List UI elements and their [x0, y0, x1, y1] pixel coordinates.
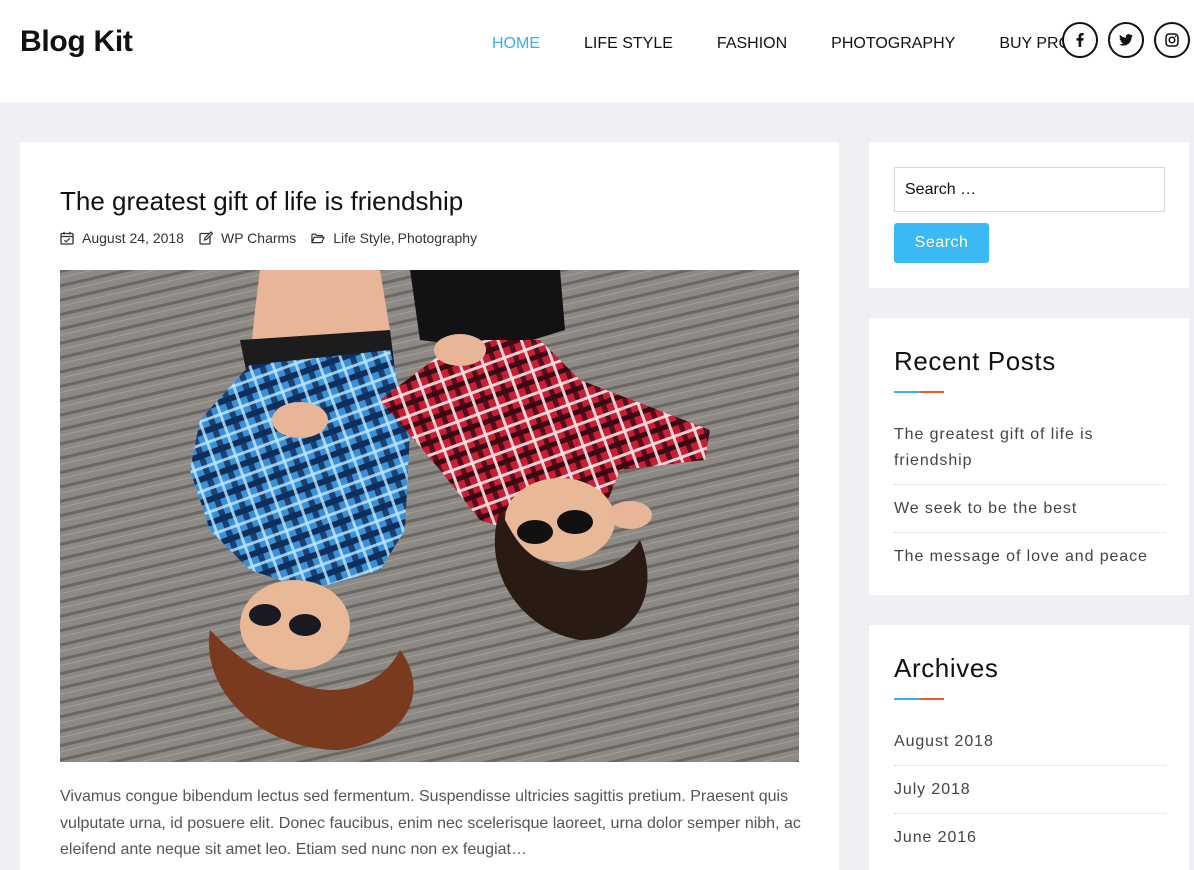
archive-link[interactable]: July 2018: [894, 777, 1166, 814]
post-featured-image[interactable]: [60, 270, 799, 762]
recent-post-link[interactable]: The message of love and peace: [894, 544, 1166, 580]
post-date[interactable]: August 24, 2018: [82, 230, 184, 246]
archive-link[interactable]: August 2018: [894, 729, 1166, 766]
folder-open-icon: [311, 231, 325, 245]
site-header: Blog Kit HOME LIFE STYLE FASHION PHOTOGR…: [0, 0, 1194, 102]
recent-post-link[interactable]: The greatest gift of life is friendship: [894, 422, 1166, 485]
search-input[interactable]: [894, 167, 1165, 212]
calendar-icon: [60, 231, 74, 245]
post-title[interactable]: The greatest gift of life is friendship: [60, 186, 463, 217]
nav-item-photography[interactable]: PHOTOGRAPHY: [831, 35, 955, 53]
widget-title: Archives: [894, 653, 999, 683]
main-nav: HOME LIFE STYLE FASHION PHOTOGRAPHY BUY …: [470, 35, 1071, 53]
recent-post-link[interactable]: We seek to be the best: [894, 496, 1166, 533]
archive-link[interactable]: June 2016: [894, 825, 1166, 861]
nav-item-life-style[interactable]: LIFE STYLE: [584, 35, 673, 53]
widget-title: Recent Posts: [894, 346, 1056, 376]
post-category[interactable]: Photography: [398, 230, 477, 246]
nav-item-home[interactable]: HOME: [492, 35, 540, 53]
social-links: [1062, 22, 1194, 58]
post-meta: August 24, 2018 WP Charms Life Style, Ph…: [60, 230, 477, 246]
site-title[interactable]: Blog Kit: [20, 25, 133, 59]
recent-posts-widget: Recent Posts The greatest gift of life i…: [869, 318, 1189, 595]
twitter-icon: [1119, 34, 1133, 46]
post-category[interactable]: Life Style: [333, 230, 391, 246]
post-author[interactable]: WP Charms: [221, 230, 296, 246]
archives-list: August 2018 July 2018 June 2016: [894, 729, 1166, 870]
search-widget: Search: [869, 142, 1189, 288]
edit-icon: [199, 231, 213, 245]
archives-widget: Archives August 2018 July 2018 June 2016: [869, 625, 1189, 870]
search-button[interactable]: Search: [894, 223, 989, 263]
nav-item-buy-pro[interactable]: BUY PRO: [999, 35, 1071, 53]
title-underline: [894, 391, 944, 393]
title-underline: [894, 698, 944, 700]
instagram-icon: [1165, 33, 1179, 47]
nav-item-fashion[interactable]: FASHION: [717, 35, 787, 53]
facebook-icon: [1076, 33, 1084, 47]
post-card: The greatest gift of life is friendship …: [20, 142, 839, 870]
category-separator: ,: [390, 230, 395, 246]
recent-posts-list: The greatest gift of life is friendship …: [894, 422, 1166, 591]
facebook-link[interactable]: [1062, 22, 1098, 58]
twitter-link[interactable]: [1108, 22, 1144, 58]
post-excerpt: Vivamus congue bibendum lectus sed ferme…: [60, 788, 801, 858]
instagram-link[interactable]: [1154, 22, 1190, 58]
